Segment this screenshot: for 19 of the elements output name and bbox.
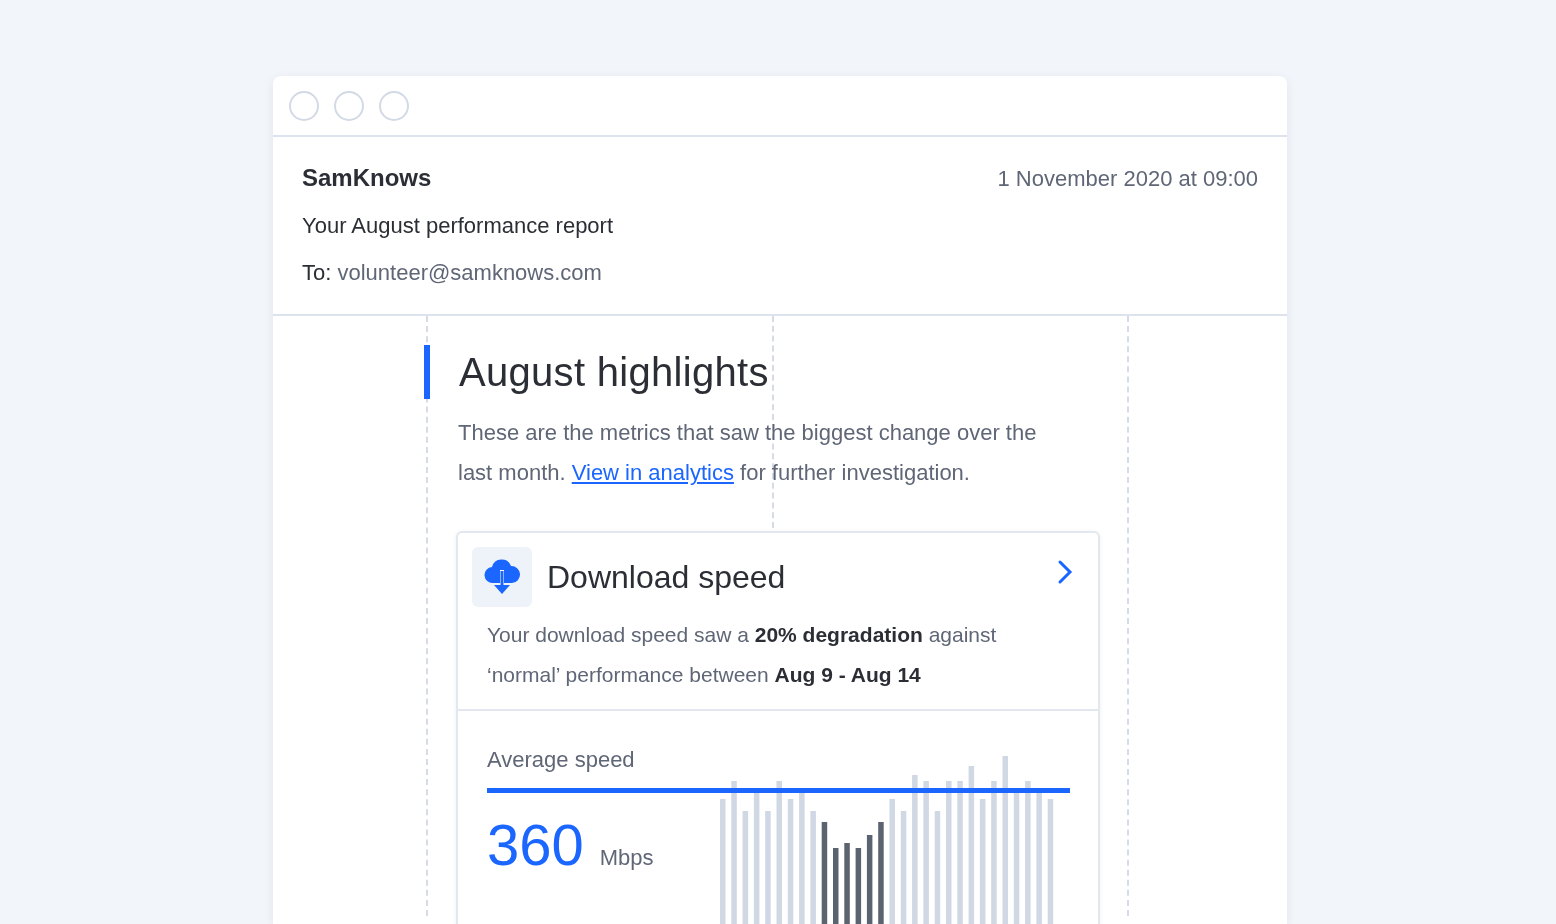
cloud-download-icon xyxy=(472,547,532,607)
section-heading: August highlights xyxy=(459,349,769,395)
recipient-label: To: xyxy=(302,260,332,285)
email-date: 1 November 2020 at 09:00 xyxy=(997,166,1258,192)
sender-name: SamKnows xyxy=(302,164,432,192)
metric-label: Average speed xyxy=(487,747,636,773)
analytics-link[interactable]: View in analytics xyxy=(571,460,734,485)
card-title: Download speed xyxy=(547,558,787,596)
window-control-icon[interactable] xyxy=(289,90,319,121)
recipient-address: volunteer@samknows.com xyxy=(337,260,602,285)
chevron-right-icon[interactable] xyxy=(1056,559,1074,585)
metric-unit: Mbps xyxy=(599,845,654,871)
accent-bar xyxy=(424,345,430,399)
window-control-icon[interactable] xyxy=(379,90,409,121)
card-description: Your download speed saw a 20% degradation against ‘normal’ performance between Aug 9 - Aug 14 xyxy=(487,622,998,688)
window-control-icon[interactable] xyxy=(334,90,364,121)
intro-paragraph: These are the metrics that saw the biggest change over the last month. View in analytics for further investigation. xyxy=(458,419,1038,487)
metric-value: 360 xyxy=(487,811,584,878)
email-subject: Your August performance report xyxy=(302,213,615,239)
